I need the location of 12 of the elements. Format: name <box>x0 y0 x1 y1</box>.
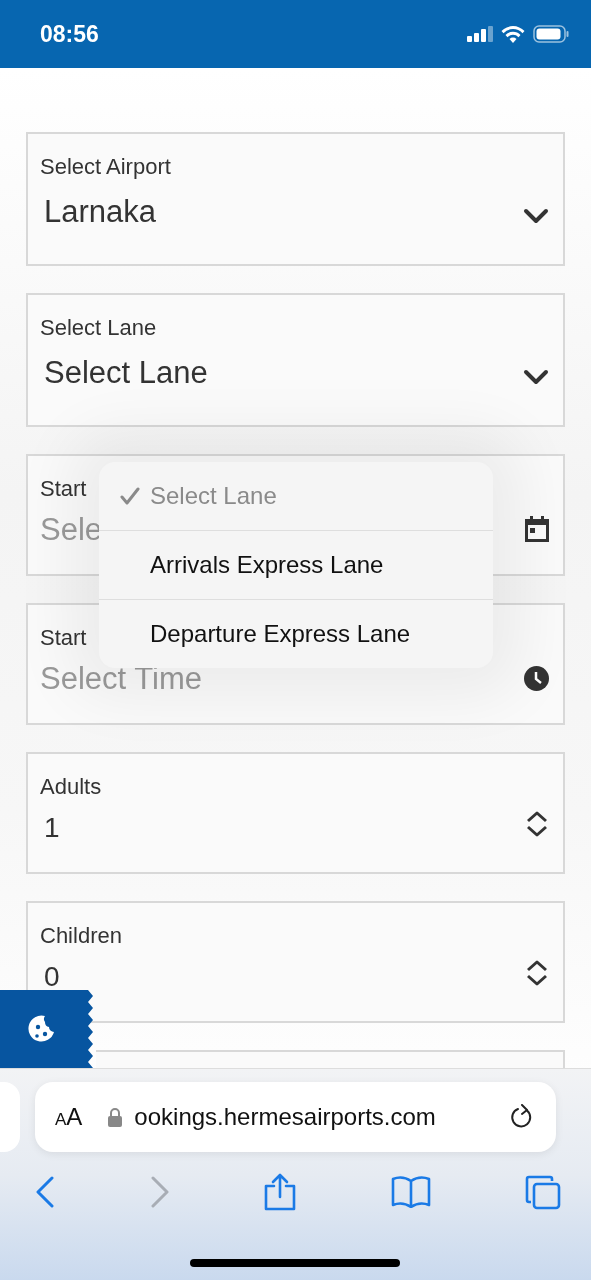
field-value: Larnaka <box>43 194 157 230</box>
field-label: Select Lane <box>40 315 157 341</box>
status-time: 08:56 <box>40 20 99 48</box>
field-label: Start <box>40 625 87 651</box>
field-value: 0 <box>43 961 60 993</box>
field-value: 1 <box>43 812 60 844</box>
field-label: Adults <box>40 774 102 800</box>
field-label: Select Airport <box>40 154 171 180</box>
field-label: Start <box>40 476 87 502</box>
field-label: Children <box>40 923 122 949</box>
url-text: ookings.hermesairports.com <box>134 1103 437 1131</box>
field-value: Select Lane <box>43 355 208 391</box>
